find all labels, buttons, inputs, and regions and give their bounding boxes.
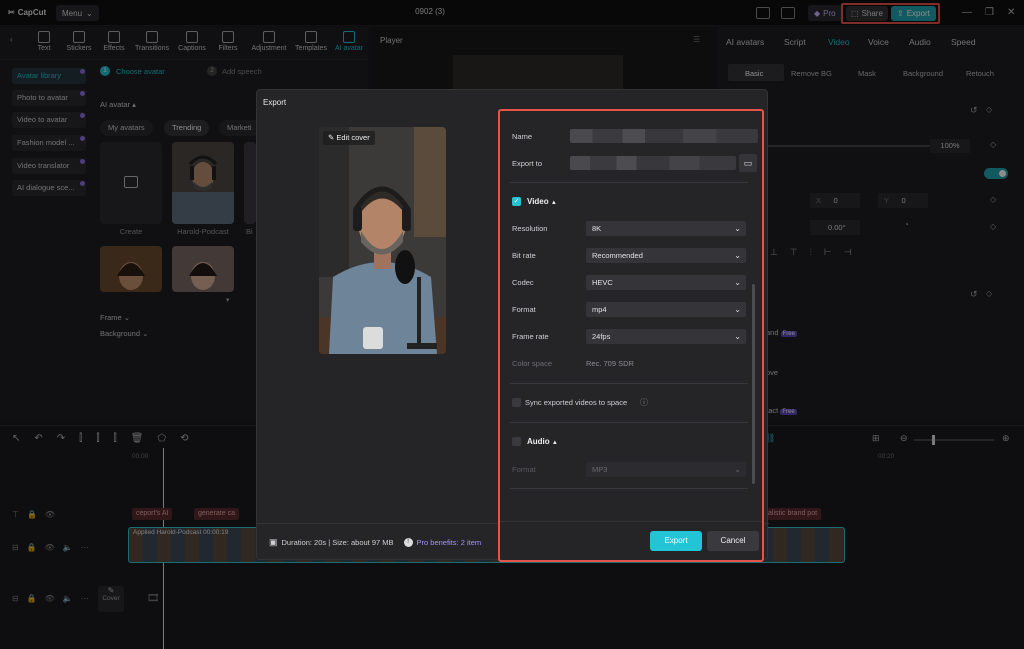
chevron-down-icon: ⌄ bbox=[734, 251, 741, 260]
format-select[interactable]: mp4 ⌄ bbox=[586, 302, 746, 317]
codec-value: HEVC bbox=[592, 278, 613, 287]
resolution-select[interactable]: 8K ⌄ bbox=[586, 221, 746, 236]
export-path-input[interactable] bbox=[570, 156, 736, 170]
audio-format-value: MP3 bbox=[592, 465, 608, 474]
chevron-down-icon: ⌄ bbox=[734, 278, 741, 287]
duration-size-text: Duration: 20s | Size: about 97 MB bbox=[281, 538, 394, 547]
divider bbox=[510, 422, 748, 423]
divider bbox=[510, 488, 748, 489]
help-icon[interactable]: ⓘ bbox=[640, 397, 648, 408]
edit-cover-button[interactable]: ✎ Edit cover bbox=[323, 131, 375, 145]
export-settings-form: Name Export to ▭ ✓ Video ▲ Resolution 8K… bbox=[498, 109, 764, 562]
folder-icon[interactable]: ▭ bbox=[739, 154, 757, 172]
bitrate-label: Bit rate bbox=[512, 251, 536, 260]
sync-checkbox[interactable] bbox=[512, 398, 521, 407]
divider bbox=[510, 383, 748, 384]
audio-checkbox[interactable] bbox=[512, 437, 521, 446]
audio-format-label: Format bbox=[512, 465, 536, 474]
film-icon: ▣ bbox=[269, 537, 278, 547]
codec-label: Codec bbox=[512, 278, 534, 287]
info-icon[interactable]: ! bbox=[403, 538, 413, 547]
name-input[interactable] bbox=[570, 129, 758, 143]
chevron-down-icon: ⌄ bbox=[734, 224, 741, 233]
capcut-window: ✂ CapCut Menu ⌄ 0902 (3) ◆ Pro ⬚ Share ⇪ Expo… bbox=[0, 0, 1024, 649]
dialog-export-button[interactable]: Export bbox=[650, 531, 702, 551]
framerate-select[interactable]: 24fps ⌄ bbox=[586, 329, 746, 344]
caret-up-icon: ▲ bbox=[551, 440, 558, 446]
chevron-down-icon: ⌄ bbox=[734, 465, 741, 474]
edit-cover-label: Edit cover bbox=[336, 133, 370, 142]
format-label: Format bbox=[512, 305, 536, 314]
caret-up-icon: ▲ bbox=[550, 200, 557, 206]
divider bbox=[510, 182, 748, 183]
dialog-cancel-button[interactable]: Cancel bbox=[707, 531, 759, 551]
video-checkbox[interactable]: ✓ bbox=[512, 197, 521, 206]
framerate-label: Frame rate bbox=[512, 332, 549, 341]
audio-format-select: MP3 ⌄ bbox=[586, 462, 746, 477]
chevron-down-icon: ⌄ bbox=[734, 332, 741, 341]
framerate-value: 24fps bbox=[592, 332, 611, 341]
export-dialog: Export ✎ Edit cover ▣ Duration: 20s | Si… bbox=[256, 89, 769, 562]
codec-select[interactable]: HEVC ⌄ bbox=[586, 275, 746, 290]
bitrate-value: Recommended bbox=[592, 251, 643, 260]
resolution-value: 8K bbox=[592, 224, 602, 233]
scrollbar[interactable] bbox=[752, 284, 755, 484]
export-to-label: Export to bbox=[512, 159, 543, 168]
audio-section-toggle[interactable]: Audio ▲ bbox=[527, 437, 558, 446]
pro-benefits-link[interactable]: Pro benefits: 2 item bbox=[417, 538, 482, 547]
chevron-down-icon: ⌄ bbox=[734, 305, 741, 314]
export-info: ▣ Duration: 20s | Size: about 97 MB ! Pr… bbox=[269, 537, 481, 548]
colorspace-label: Color space bbox=[512, 359, 553, 368]
sync-label[interactable]: Sync exported videos to space bbox=[525, 398, 627, 407]
format-value: mp4 bbox=[592, 305, 607, 314]
bitrate-select[interactable]: Recommended ⌄ bbox=[586, 248, 746, 263]
video-label: Video bbox=[527, 197, 549, 206]
name-label: Name bbox=[512, 132, 533, 141]
audio-label: Audio bbox=[527, 437, 550, 446]
resolution-label: Resolution bbox=[512, 224, 548, 233]
cover-image bbox=[319, 127, 446, 354]
colorspace-value: Rec. 709 SDR bbox=[586, 359, 634, 368]
divider bbox=[500, 521, 762, 522]
video-section-toggle[interactable]: Video ▲ bbox=[527, 197, 557, 206]
dialog-title: Export bbox=[263, 98, 287, 107]
cover-preview[interactable]: ✎ Edit cover bbox=[319, 127, 446, 354]
